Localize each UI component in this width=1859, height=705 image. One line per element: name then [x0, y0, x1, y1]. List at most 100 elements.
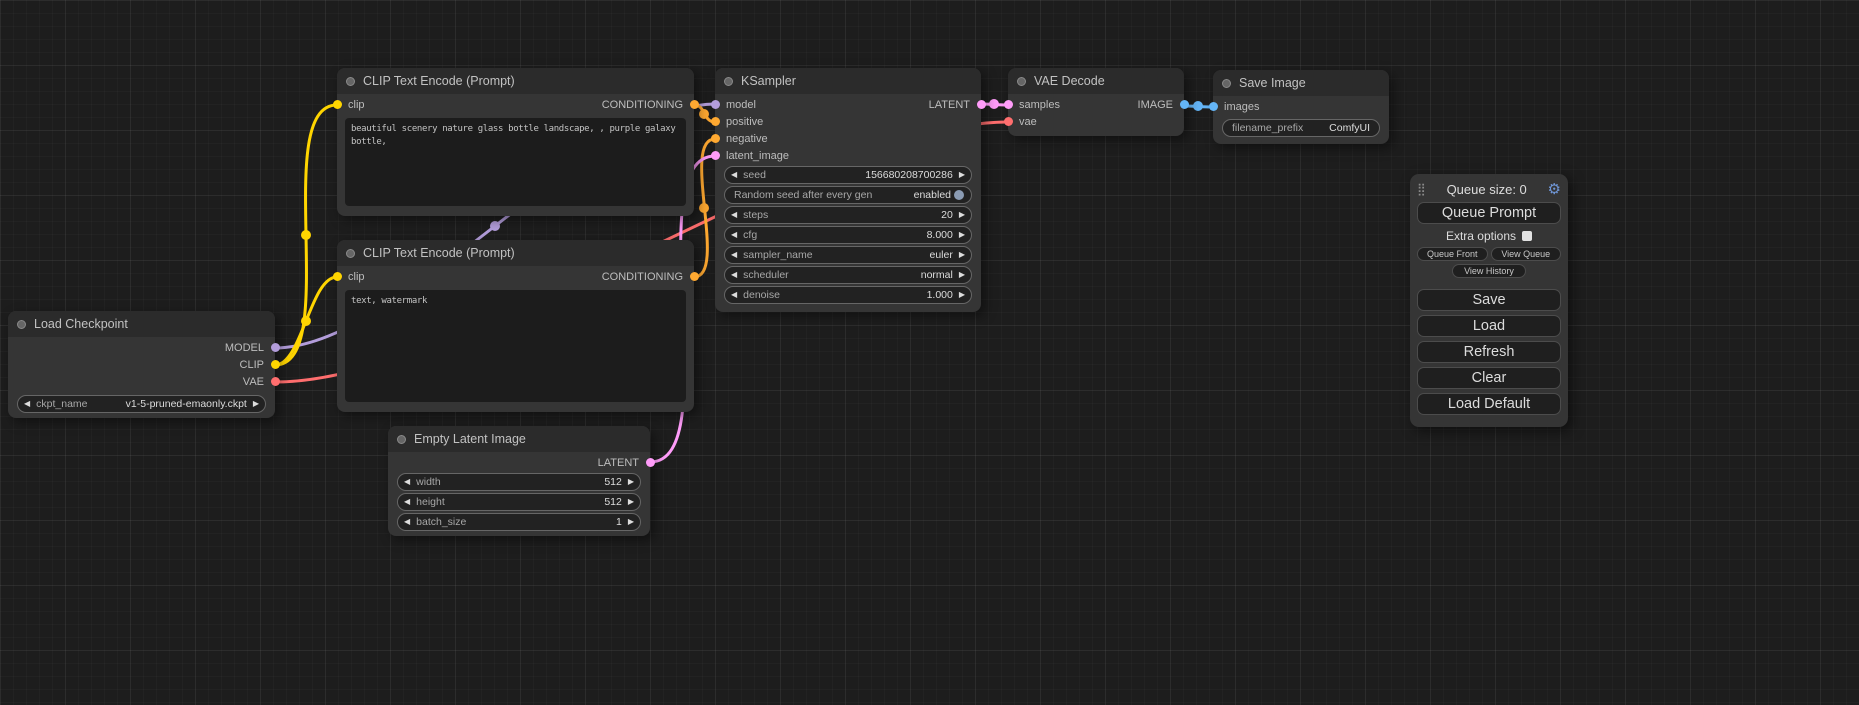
widget-height[interactable]: ◀ height 512 ▶ [397, 493, 641, 511]
toggle-dot-icon[interactable] [954, 190, 964, 200]
load-default-button[interactable]: Load Default [1417, 393, 1561, 415]
widget-label: cfg [743, 229, 757, 241]
arrow-left-icon[interactable]: ◀ [731, 251, 737, 259]
output-dot-latent[interactable] [646, 458, 655, 467]
queue-actions-row: Queue Front View Queue [1417, 247, 1561, 261]
arrow-right-icon[interactable]: ▶ [959, 171, 965, 179]
widget-random-seed[interactable]: Random seed after every gen enabled [724, 186, 972, 204]
extra-options-checkbox[interactable] [1522, 231, 1532, 241]
widget-value: 156680208700286 [865, 169, 953, 181]
node-title-bar[interactable]: VAE Decode [1008, 68, 1184, 94]
prompt-text-negative[interactable]: text, watermark [345, 290, 686, 402]
output-dot-vae[interactable] [271, 377, 280, 386]
output-dot-conditioning[interactable] [690, 272, 699, 281]
node-vae-decode[interactable]: VAE Decode samples IMAGE vae [1008, 68, 1184, 136]
arrow-right-icon[interactable]: ▶ [959, 211, 965, 219]
widget-scheduler[interactable]: ◀ scheduler normal ▶ [724, 266, 972, 284]
widget-sampler-name[interactable]: ◀ sampler_name euler ▶ [724, 246, 972, 264]
input-dot-latent-image[interactable] [711, 151, 720, 160]
input-dot-samples[interactable] [1004, 100, 1013, 109]
slot-row: LATENT [388, 454, 650, 471]
queue-prompt-button[interactable]: Queue Prompt [1417, 202, 1561, 224]
widget-denoise[interactable]: ◀ denoise 1.000 ▶ [724, 286, 972, 304]
output-dot-clip[interactable] [271, 360, 280, 369]
settings-gear-icon[interactable]: ⚙ [1548, 182, 1561, 197]
arrow-left-icon[interactable]: ◀ [731, 211, 737, 219]
input-dot-vae[interactable] [1004, 117, 1013, 126]
output-dot-conditioning[interactable] [690, 100, 699, 109]
widget-ckpt-name[interactable]: ◀ ckpt_name v1-5-pruned-emaonly.ckpt ▶ [17, 395, 266, 413]
widget-width[interactable]: ◀ width 512 ▶ [397, 473, 641, 491]
widget-label: width [416, 476, 441, 488]
input-dot-clip[interactable] [333, 272, 342, 281]
arrow-left-icon[interactable]: ◀ [731, 291, 737, 299]
output-label-conditioning: CONDITIONING [602, 99, 683, 111]
collapse-dot-icon[interactable] [724, 77, 733, 86]
node-clip-text-encode-positive[interactable]: CLIP Text Encode (Prompt) clip CONDITION… [337, 68, 694, 216]
input-label-model: model [726, 99, 756, 111]
input-dot-positive[interactable] [711, 117, 720, 126]
arrow-right-icon[interactable]: ▶ [253, 400, 259, 408]
widget-label: ckpt_name [36, 398, 87, 410]
collapse-dot-icon[interactable] [1222, 79, 1231, 88]
arrow-right-icon[interactable]: ▶ [959, 251, 965, 259]
collapse-dot-icon[interactable] [1017, 77, 1026, 86]
node-ksampler[interactable]: KSampler model LATENT positive negative … [715, 68, 981, 312]
node-title-bar[interactable]: Save Image [1213, 70, 1389, 96]
refresh-button[interactable]: Refresh [1417, 341, 1561, 363]
arrow-left-icon[interactable]: ◀ [731, 171, 737, 179]
node-title-bar[interactable]: Load Checkpoint [8, 311, 275, 337]
arrow-left-icon[interactable]: ◀ [404, 518, 410, 526]
input-dot-model[interactable] [711, 100, 720, 109]
widget-batch-size[interactable]: ◀ batch_size 1 ▶ [397, 513, 641, 531]
arrow-left-icon[interactable]: ◀ [731, 271, 737, 279]
load-button[interactable]: Load [1417, 315, 1561, 337]
collapse-dot-icon[interactable] [17, 320, 26, 329]
widget-steps[interactable]: ◀ steps 20 ▶ [724, 206, 972, 224]
slot-row: clip CONDITIONING [337, 96, 694, 113]
node-title-bar[interactable]: Empty Latent Image [388, 426, 650, 452]
input-dot-negative[interactable] [711, 134, 720, 143]
drag-handle-icon[interactable]: ⣿ [1417, 182, 1426, 196]
output-dot-model[interactable] [271, 343, 280, 352]
node-clip-text-encode-negative[interactable]: CLIP Text Encode (Prompt) clip CONDITION… [337, 240, 694, 412]
node-title: Load Checkpoint [34, 317, 128, 331]
node-title-bar[interactable]: KSampler [715, 68, 981, 94]
arrow-right-icon[interactable]: ▶ [959, 291, 965, 299]
queue-front-button[interactable]: Queue Front [1417, 247, 1488, 261]
arrow-right-icon[interactable]: ▶ [628, 498, 634, 506]
widget-seed[interactable]: ◀ seed 156680208700286 ▶ [724, 166, 972, 184]
arrow-right-icon[interactable]: ▶ [959, 271, 965, 279]
arrow-left-icon[interactable]: ◀ [731, 231, 737, 239]
input-dot-clip[interactable] [333, 100, 342, 109]
widget-cfg[interactable]: ◀ cfg 8.000 ▶ [724, 226, 972, 244]
view-queue-button[interactable]: View Queue [1491, 247, 1562, 261]
node-load-checkpoint[interactable]: Load Checkpoint MODEL CLIP VAE ◀ ckpt_na… [8, 311, 275, 418]
arrow-left-icon[interactable]: ◀ [404, 498, 410, 506]
output-dot-image[interactable] [1180, 100, 1189, 109]
node-title-bar[interactable]: CLIP Text Encode (Prompt) [337, 240, 694, 266]
arrow-left-icon[interactable]: ◀ [404, 478, 410, 486]
node-title-bar[interactable]: CLIP Text Encode (Prompt) [337, 68, 694, 94]
slot-row: MODEL [8, 339, 275, 356]
output-dot-latent[interactable] [977, 100, 986, 109]
arrow-right-icon[interactable]: ▶ [628, 478, 634, 486]
node-empty-latent-image[interactable]: Empty Latent Image LATENT ◀ width 512 ▶ … [388, 426, 650, 536]
input-dot-images[interactable] [1209, 102, 1218, 111]
slot-row: VAE [8, 373, 275, 390]
widget-label: sampler_name [743, 249, 812, 261]
save-button[interactable]: Save [1417, 289, 1561, 311]
arrow-right-icon[interactable]: ▶ [628, 518, 634, 526]
widget-filename-prefix[interactable]: filename_prefix ComfyUI [1222, 119, 1380, 137]
queue-menu-panel: ⣿ Queue size: 0 ⚙ Queue Prompt Extra opt… [1410, 174, 1568, 427]
arrow-right-icon[interactable]: ▶ [959, 231, 965, 239]
collapse-dot-icon[interactable] [346, 77, 355, 86]
menu-header: ⣿ Queue size: 0 ⚙ [1417, 179, 1561, 199]
collapse-dot-icon[interactable] [397, 435, 406, 444]
arrow-left-icon[interactable]: ◀ [24, 400, 30, 408]
prompt-text-positive[interactable]: beautiful scenery nature glass bottle la… [345, 118, 686, 206]
collapse-dot-icon[interactable] [346, 249, 355, 258]
clear-button[interactable]: Clear [1417, 367, 1561, 389]
node-save-image[interactable]: Save Image images filename_prefix ComfyU… [1213, 70, 1389, 144]
view-history-button[interactable]: View History [1452, 264, 1526, 278]
